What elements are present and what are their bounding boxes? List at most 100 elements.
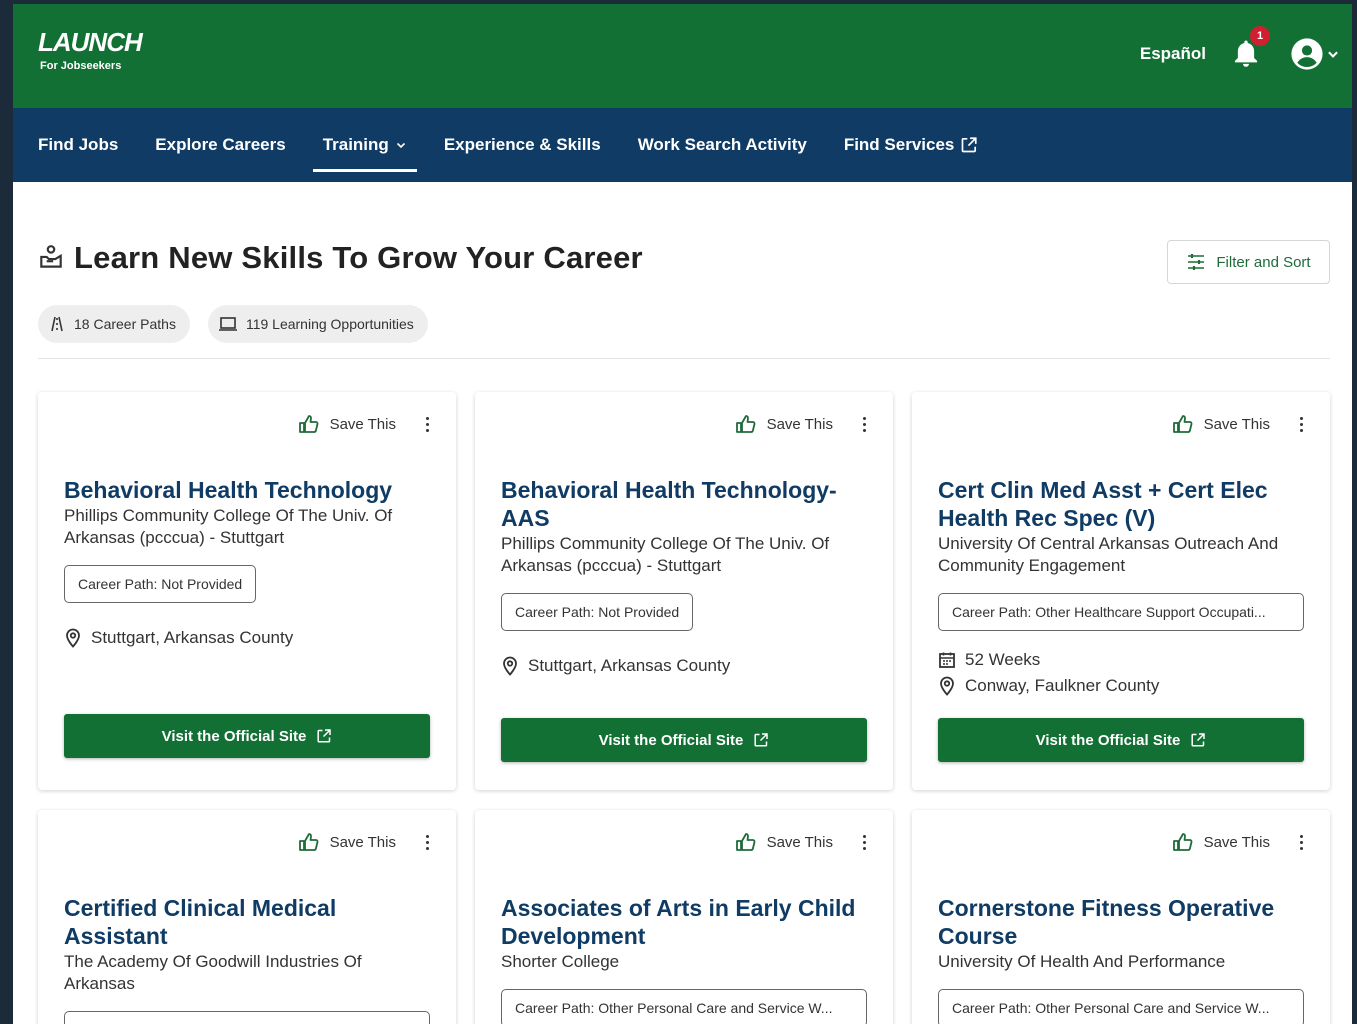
card-title[interactable]: Associates of Arts in Early Child Develo… [501, 894, 867, 950]
thumbs-up-icon[interactable] [298, 414, 320, 434]
location-text: Conway, Faulkner County [965, 676, 1160, 695]
logo-subtitle: For Jobseekers [40, 60, 122, 72]
location-pin-icon [66, 628, 80, 648]
nav-label: Explore Careers [155, 135, 286, 154]
section-divider [38, 358, 1330, 359]
chevron-down-icon [396, 142, 405, 149]
visit-official-site-button[interactable]: Visit the Official Site [938, 718, 1304, 762]
nav-experience-skills[interactable]: Experience & Skills [444, 108, 601, 182]
more-options-icon[interactable] [861, 416, 867, 432]
card-title[interactable]: Certified Clinical Medical Assistant [64, 894, 430, 950]
location-text: Stuttgart, Arkansas County [91, 628, 294, 647]
card-school: University Of Central Arkansas Outreach … [938, 534, 1279, 575]
nav-explore-careers[interactable]: Explore Careers [155, 108, 285, 182]
nav-training[interactable]: Training [312, 108, 417, 182]
save-button[interactable]: Save This [330, 834, 396, 851]
filter-sort-button[interactable]: Filter and Sort [1167, 240, 1330, 284]
card-school: Phillips Community College Of The Univ. … [501, 534, 830, 575]
card-title[interactable]: Behavioral Health Technology [64, 476, 430, 504]
app-window: LAUNCH For Jobseekers Español 1 Find Job… [13, 4, 1352, 1024]
external-link-icon [754, 733, 769, 747]
career-path-badge: Career Path: Not Provided [64, 565, 257, 603]
page-title: Learn New Skills To Grow Your Career [74, 240, 643, 275]
card-school: University Of Health And Performance [938, 952, 1226, 971]
training-card: Save This Associates of Arts in Early Ch… [475, 810, 893, 1024]
external-link-icon [317, 729, 332, 743]
nav-label: Training [322, 135, 389, 154]
duration-row: 52 Weeks [938, 650, 1304, 670]
nav-find-jobs[interactable]: Find Jobs [38, 108, 118, 182]
card-title[interactable]: Cornerstone Fitness Operative Course [938, 894, 1304, 950]
training-card: Save This Behavioral Health Technology P… [38, 392, 456, 790]
language-toggle[interactable]: Español [1140, 44, 1206, 64]
logo-text: LAUNCH [38, 27, 143, 57]
calendar-icon [939, 652, 955, 668]
career-paths-chip[interactable]: 18 Career Paths [38, 305, 190, 343]
visit-official-site-button[interactable]: Visit the Official Site [501, 718, 867, 762]
page-heading: Learn New Skills To Grow Your Career Fil… [38, 240, 1330, 290]
chevron-down-icon [1328, 51, 1338, 58]
save-button[interactable]: Save This [330, 416, 396, 433]
laptop-icon [218, 317, 237, 331]
career-path-badge: Career Path: Not Provided [501, 593, 694, 631]
visit-official-site-button[interactable]: Visit the Official Site [64, 714, 430, 758]
nav-label: Find Services [843, 135, 955, 154]
save-button[interactable]: Save This [1204, 834, 1270, 851]
more-options-icon[interactable] [1298, 834, 1304, 850]
thumbs-up-icon[interactable] [298, 832, 320, 852]
career-path-badge: Career Path: Other Personal Care and Ser… [501, 989, 867, 1024]
nav-label: Experience & Skills [443, 135, 601, 154]
launch-logo[interactable]: LAUNCH For Jobseekers [38, 27, 143, 72]
visit-label: Visit the Official Site [161, 727, 307, 745]
card-title[interactable]: Cert Clin Med Asst + Cert Elec Health Re… [938, 476, 1304, 532]
thumbs-up-icon[interactable] [735, 832, 757, 852]
summary-chips: 18 Career Paths 119 Learning Opportuniti… [38, 305, 428, 343]
thumbs-up-icon[interactable] [735, 414, 757, 434]
card-school: Shorter College [501, 952, 620, 971]
nav-label: Work Search Activity [637, 135, 807, 154]
sliders-icon [1188, 254, 1205, 270]
visit-label: Visit the Official Site [598, 731, 744, 749]
training-card: Save This Behavioral Health Technology-A… [475, 392, 893, 790]
learning-hand-icon [40, 245, 62, 268]
thumbs-up-icon[interactable] [1172, 832, 1194, 852]
nav-find-services[interactable]: Find Services [844, 108, 979, 182]
top-header: LAUNCH For Jobseekers Español 1 [13, 4, 1352, 108]
road-icon [51, 316, 63, 332]
nav-label: Find Jobs [38, 135, 119, 154]
external-link-icon [962, 137, 977, 153]
more-options-icon[interactable] [424, 834, 430, 850]
filter-sort-label: Filter and Sort [1216, 253, 1311, 271]
location-row: Conway, Faulkner County [938, 676, 1304, 696]
training-card: Save This Cert Clin Med Asst + Cert Elec… [912, 392, 1330, 790]
location-row: Stuttgart, Arkansas County [64, 628, 430, 648]
notification-badge: 1 [1250, 26, 1270, 46]
card-school: The Academy Of Goodwill Industries Of Ar… [64, 952, 362, 993]
nav-work-search-activity[interactable]: Work Search Activity [638, 108, 807, 182]
save-button[interactable]: Save This [767, 416, 833, 433]
location-text: Stuttgart, Arkansas County [528, 656, 731, 675]
external-link-icon [1191, 733, 1206, 747]
location-pin-icon [940, 676, 954, 696]
career-path-badge: Career Path: Other Healthcare Support Oc… [938, 593, 1304, 631]
main-nav: Find Jobs Explore Careers Training Exper… [13, 108, 1352, 182]
learning-opportunities-chip[interactable]: 119 Learning Opportunities [207, 305, 428, 343]
training-card: Save This Certified Clinical Medical Ass… [38, 810, 456, 1024]
user-avatar-icon [1291, 38, 1323, 70]
thumbs-up-icon[interactable] [1172, 414, 1194, 434]
location-pin-icon [503, 656, 517, 676]
save-button[interactable]: Save This [1204, 416, 1270, 433]
more-options-icon[interactable] [424, 416, 430, 432]
save-button[interactable]: Save This [767, 834, 833, 851]
location-row: Stuttgart, Arkansas County [501, 656, 867, 676]
learning-opportunities-count: 119 Learning Opportunities [245, 316, 414, 332]
training-card: Save This Cornerstone Fitness Operative … [912, 810, 1330, 1024]
more-options-icon[interactable] [1298, 416, 1304, 432]
card-title[interactable]: Behavioral Health Technology-AAS [501, 476, 867, 532]
visit-label: Visit the Official Site [1035, 731, 1181, 749]
account-menu[interactable] [1290, 37, 1340, 71]
career-path-badge: Career Path: Other Personal Care and Ser… [938, 989, 1304, 1024]
more-options-icon[interactable] [861, 834, 867, 850]
career-paths-count: 18 Career Paths [74, 316, 176, 332]
notifications-button[interactable]: 1 [1228, 26, 1270, 74]
